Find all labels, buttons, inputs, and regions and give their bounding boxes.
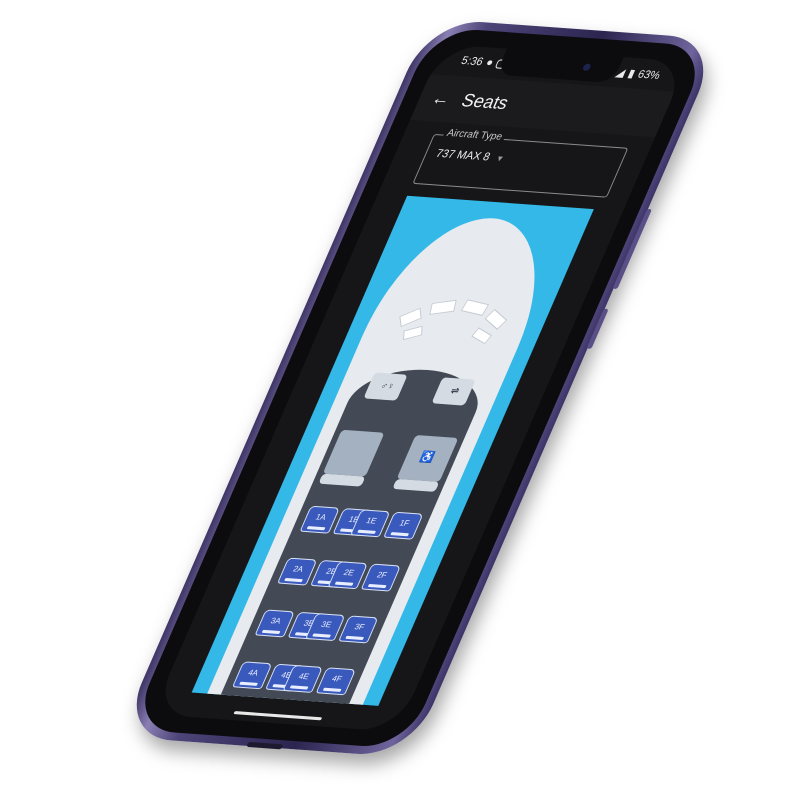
cockpit-window: [399, 307, 422, 328]
cockpit-window: [402, 325, 423, 341]
home-indicator[interactable]: [233, 711, 323, 721]
screen: 5:36 ● in ∞ ✱ ▼ ◢ ▮ 63% ← Seats: [152, 44, 688, 732]
page-title: Seats: [458, 89, 513, 113]
aircraft-type-value: 737 MAX 8: [433, 147, 492, 164]
camera-icon: [581, 63, 592, 71]
aircraft-type-select[interactable]: Aircraft Type 737 MAX 8 ▼: [412, 127, 629, 198]
phone: 5:36 ● in ∞ ✱ ▼ ◢ ▮ 63% ← Seats: [118, 18, 722, 758]
cockpit-window: [484, 308, 508, 330]
caret-down-icon: ▼: [494, 153, 506, 164]
seat-map: ♂♀ ⇌ ♿ 1A 1B 1E 1F 2A 2B 2E 2F 3A 3B 3E 3F 4A 4B 4E 4F: [191, 195, 594, 706]
seat-3f[interactable]: 3F: [338, 615, 379, 644]
bulkhead-left: [318, 473, 366, 487]
cockpit-window: [460, 299, 490, 316]
phone-bezel: 5:36 ● in ∞ ✱ ▼ ◢ ▮ 63% ← Seats: [129, 26, 711, 750]
charging-port: [246, 741, 284, 750]
galley-left: [322, 429, 385, 477]
battery-level: 63%: [635, 68, 663, 82]
chat-bubble-icon: ●: [483, 56, 496, 70]
seat-1f[interactable]: 1F: [383, 511, 424, 540]
bulkhead-right: [392, 478, 440, 492]
cockpit-window: [429, 299, 457, 315]
seat-4f[interactable]: 4F: [315, 667, 357, 696]
aircraft-type-field[interactable]: 737 MAX 8 ▼: [412, 133, 629, 198]
cockpit-window: [471, 327, 493, 345]
status-time: 5:36: [459, 54, 486, 69]
seat-2f[interactable]: 2F: [360, 563, 402, 592]
